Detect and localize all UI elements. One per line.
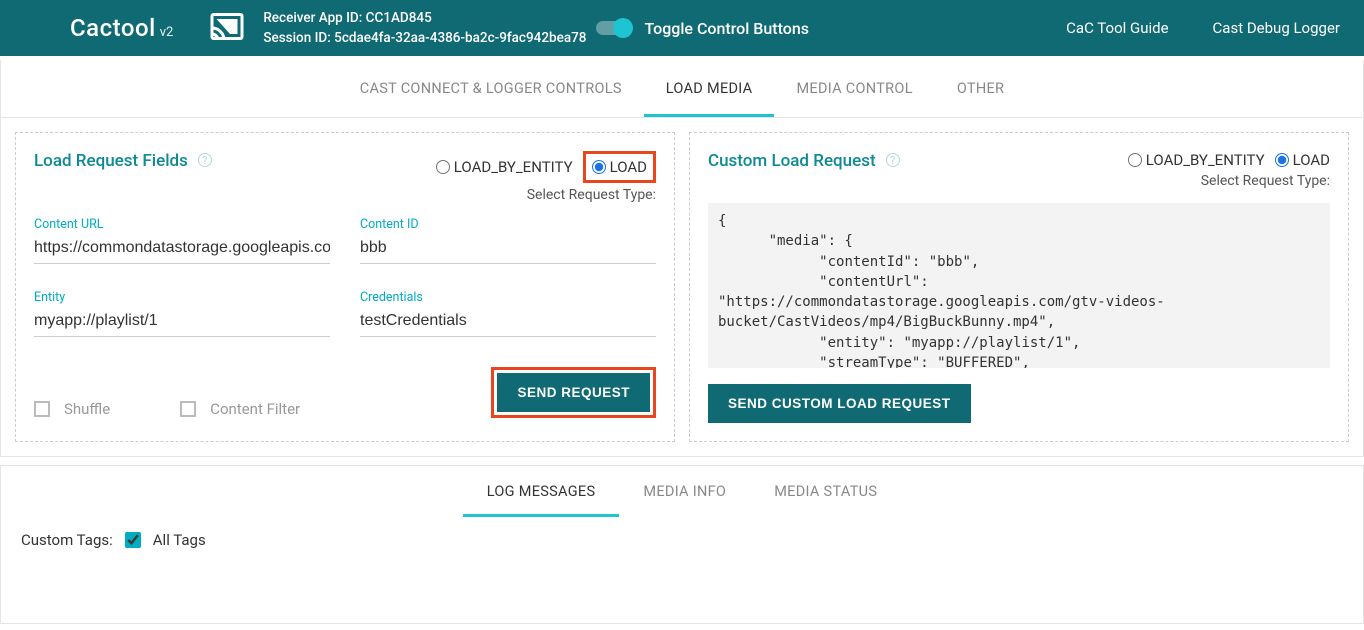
logo-version: v2 bbox=[160, 25, 174, 40]
session-info: Receiver App ID: CC1AD845 Session ID: 5c… bbox=[263, 8, 586, 49]
load-highlight-box: LOAD bbox=[583, 151, 656, 183]
send-request-button[interactable]: SEND REQUEST bbox=[497, 373, 650, 412]
log-tabs: LOG MESSAGES MEDIA INFO MEDIA STATUS bbox=[1, 466, 1363, 517]
entity-label: Entity bbox=[34, 290, 330, 305]
help-icon[interactable]: ? bbox=[886, 153, 900, 167]
help-icon[interactable]: ? bbox=[198, 153, 212, 167]
radio-load[interactable] bbox=[592, 160, 606, 174]
credentials-label: Credentials bbox=[360, 290, 656, 305]
main-panel: CAST CONNECT & LOGGER CONTROLS LOAD MEDI… bbox=[0, 60, 1364, 457]
tab-other[interactable]: OTHER bbox=[935, 60, 1026, 117]
custom-load-panel: Custom Load Request ? LOAD_BY_ENTITY LOA… bbox=[689, 132, 1349, 442]
log-panel: LOG MESSAGES MEDIA INFO MEDIA STATUS Cus… bbox=[0, 465, 1364, 624]
toggle-control-buttons[interactable]: Toggle Control Buttons bbox=[596, 19, 809, 38]
tab-cast-connect[interactable]: CAST CONNECT & LOGGER CONTROLS bbox=[338, 60, 644, 117]
entity-input[interactable] bbox=[34, 308, 330, 337]
custom-load-title: Custom Load Request bbox=[708, 151, 876, 171]
credentials-input[interactable] bbox=[360, 308, 656, 337]
custom-radio-load-by-entity[interactable] bbox=[1128, 153, 1142, 167]
radio-load-label: LOAD bbox=[610, 158, 647, 176]
tab-log-messages[interactable]: LOG MESSAGES bbox=[463, 466, 620, 517]
radio-load-by-entity[interactable] bbox=[436, 160, 450, 174]
send-custom-load-request-button[interactable]: SEND CUSTOM LOAD REQUEST bbox=[708, 384, 971, 423]
shuffle-checkbox[interactable]: Shuffle bbox=[34, 400, 110, 418]
toggle-label: Toggle Control Buttons bbox=[644, 19, 809, 38]
shuffle-label: Shuffle bbox=[64, 400, 110, 418]
content-id-label: Content ID bbox=[360, 217, 656, 232]
session-id: 5cdae4fa-32aa-4386-ba2c-9fac942bea78 bbox=[334, 30, 586, 46]
logo-text: Cactool bbox=[70, 14, 156, 42]
cac-tool-guide-link[interactable]: CaC Tool Guide bbox=[1066, 19, 1168, 37]
tab-load-media[interactable]: LOAD MEDIA bbox=[644, 60, 775, 117]
custom-radio-load-label: LOAD bbox=[1293, 151, 1330, 169]
custom-tags-row: Custom Tags: All Tags bbox=[1, 517, 1363, 563]
session-id-label: Session ID: bbox=[263, 30, 330, 46]
load-request-title: Load Request Fields bbox=[34, 151, 188, 171]
custom-radio-load[interactable] bbox=[1275, 153, 1289, 167]
tab-media-control[interactable]: MEDIA CONTROL bbox=[774, 60, 934, 117]
custom-tags-label: Custom Tags: bbox=[21, 531, 113, 549]
main-tabs: CAST CONNECT & LOGGER CONTROLS LOAD MEDI… bbox=[1, 60, 1363, 118]
load-request-panel: Load Request Fields ? LOAD_BY_ENTITY LOA… bbox=[15, 132, 675, 442]
checkbox-icon bbox=[34, 401, 50, 417]
tab-media-status[interactable]: MEDIA STATUS bbox=[750, 466, 901, 517]
content-filter-checkbox[interactable]: Content Filter bbox=[180, 400, 300, 418]
custom-select-request-type-label: Select Request Type: bbox=[1128, 173, 1330, 189]
custom-radio-load-by-entity-label: LOAD_BY_ENTITY bbox=[1146, 151, 1265, 169]
app-header: Cactool v2 Receiver App ID: CC1AD845 Ses… bbox=[0, 0, 1364, 56]
cast-debug-logger-link[interactable]: Cast Debug Logger bbox=[1213, 19, 1340, 37]
select-request-type-label: Select Request Type: bbox=[436, 187, 656, 203]
tab-media-info[interactable]: MEDIA INFO bbox=[619, 466, 750, 517]
receiver-id: CC1AD845 bbox=[366, 10, 432, 26]
checkbox-icon bbox=[180, 401, 196, 417]
all-tags-checkbox[interactable] bbox=[125, 532, 141, 548]
send-request-highlight: SEND REQUEST bbox=[491, 367, 656, 418]
all-tags-label: All Tags bbox=[153, 531, 206, 549]
radio-load-by-entity-label: LOAD_BY_ENTITY bbox=[454, 158, 573, 176]
content-url-label: Content URL bbox=[34, 217, 330, 232]
cast-icon[interactable] bbox=[205, 10, 249, 46]
content-id-input[interactable] bbox=[360, 235, 656, 264]
content-url-input[interactable] bbox=[34, 235, 330, 264]
receiver-id-label: Receiver App ID: bbox=[263, 10, 362, 26]
content-filter-label: Content Filter bbox=[210, 400, 300, 418]
toggle-switch-icon bbox=[596, 21, 630, 35]
logo: Cactool v2 bbox=[70, 14, 173, 42]
custom-load-json-textarea[interactable]: { "media": { "contentId": "bbb", "conten… bbox=[708, 203, 1330, 368]
